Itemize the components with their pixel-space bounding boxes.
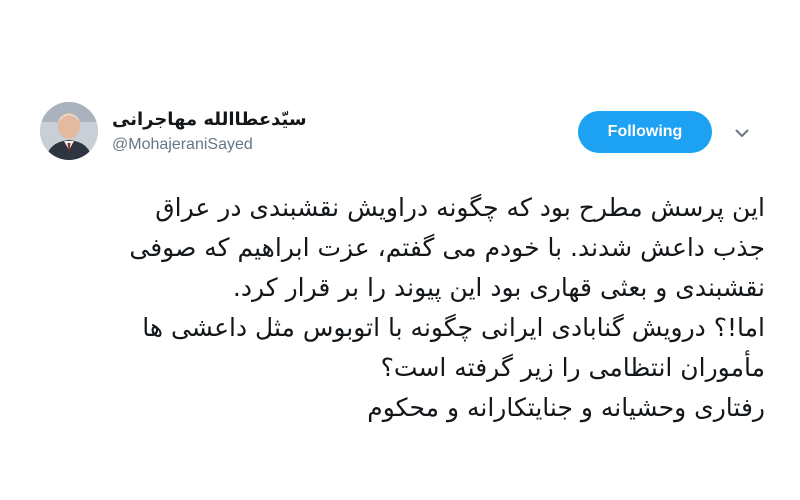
tweet-text-line: نقشبندی و بعثی قهاری بود این پیوند را بر… [232,273,765,302]
avatar[interactable] [40,102,98,160]
author-info: سیّدعطاالله مهاجرانی @MohajeraniSayed [112,108,392,156]
avatar-photo [40,102,98,160]
tweet-text: این پرسش مطرح بود که چگونه دراویش نقشبند… [60,188,765,428]
tweet-text-line: مأموران انتظامی را زیر گرفته است؟ [380,353,765,382]
tweet-text-line: اما!؟ درویش گنابادی ایرانی چگونه با اتوب… [142,313,765,342]
chevron-down-icon[interactable] [733,124,751,142]
tweet-text-line: این پرسش مطرح بود که چگونه دراویش نقشبند… [155,193,765,222]
author-display-name[interactable]: سیّدعطاالله مهاجرانی [112,108,392,132]
following-button[interactable]: Following [578,111,712,153]
tweet-card: سیّدعطاالله مهاجرانی @MohajeraniSayed Fo… [0,0,800,500]
tweet-text-line: رفتاری وحشیانه و جنایتکارانه و محکوم [367,393,765,422]
tweet-text-line: جذب داعش شدند. با خودم می گفتم، عزت ابرا… [129,233,765,262]
author-handle[interactable]: @MohajeraniSayed [112,134,392,156]
chevron-down-icon-glyph [735,129,749,137]
